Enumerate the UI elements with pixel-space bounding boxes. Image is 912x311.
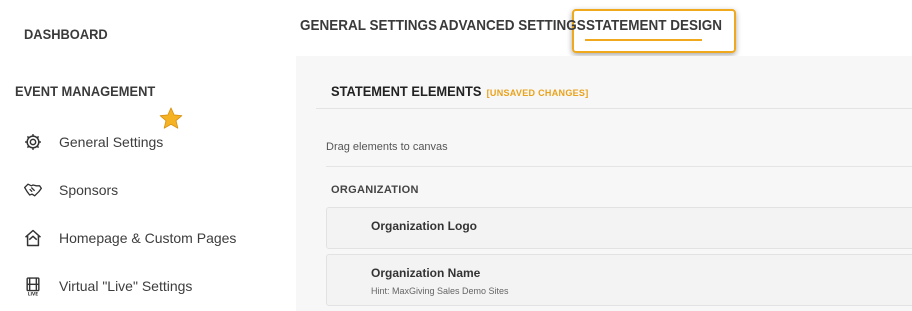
sidebar-item-general-settings[interactable]: General Settings [22,127,163,157]
sidebar-item-sponsors[interactable]: Sponsors [22,175,118,205]
drag-instruction: Drag elements to canvas [326,141,448,153]
panel-title: STATEMENT ELEMENTS [331,83,482,99]
dashboard-link[interactable]: DASHBOARD [24,26,108,42]
unsaved-changes-badge: [UNSAVED CHANGES] [486,88,589,98]
tab-statement-design[interactable]: STATEMENT DESIGN [586,17,722,34]
panel-header: STATEMENT ELEMENTS [UNSAVED CHANGES] [331,83,589,99]
sidebar-item-label: General Settings [59,134,164,150]
film-live-icon: LIVE [22,275,44,297]
handshake-icon [22,179,44,201]
divider [326,166,912,167]
divider [316,108,912,109]
sidebar-item-homepage[interactable]: Homepage & Custom Pages [22,223,236,253]
element-organization-name[interactable]: Organization Name Hint: MaxGiving Sales … [326,254,912,306]
active-tab-underline [585,39,702,41]
element-name: Organization Logo [371,219,477,233]
sidebar-item-label: Homepage & Custom Pages [59,230,237,246]
gear-icon [22,131,44,153]
sidebar-section-title: EVENT MANAGEMENT [15,83,156,99]
sidebar-item-virtual-live[interactable]: LIVE Virtual "Live" Settings [22,271,192,301]
tab-general-settings[interactable]: GENERAL SETTINGS [300,17,437,34]
sidebar: DASHBOARD EVENT MANAGEMENT General Setti… [0,0,270,311]
sidebar-item-label: Sponsors [59,182,119,198]
section-label-organization: ORGANIZATION [331,184,419,196]
svg-text:LIVE: LIVE [28,292,38,296]
tab-advanced-settings[interactable]: ADVANCED SETTINGS [439,17,586,34]
element-organization-logo[interactable]: Organization Logo [326,207,912,249]
home-icon [22,227,44,249]
element-name: Organization Name [371,266,481,280]
element-hint: Hint: MaxGiving Sales Demo Sites [371,286,509,296]
sidebar-item-label: Virtual "Live" Settings [59,278,193,294]
